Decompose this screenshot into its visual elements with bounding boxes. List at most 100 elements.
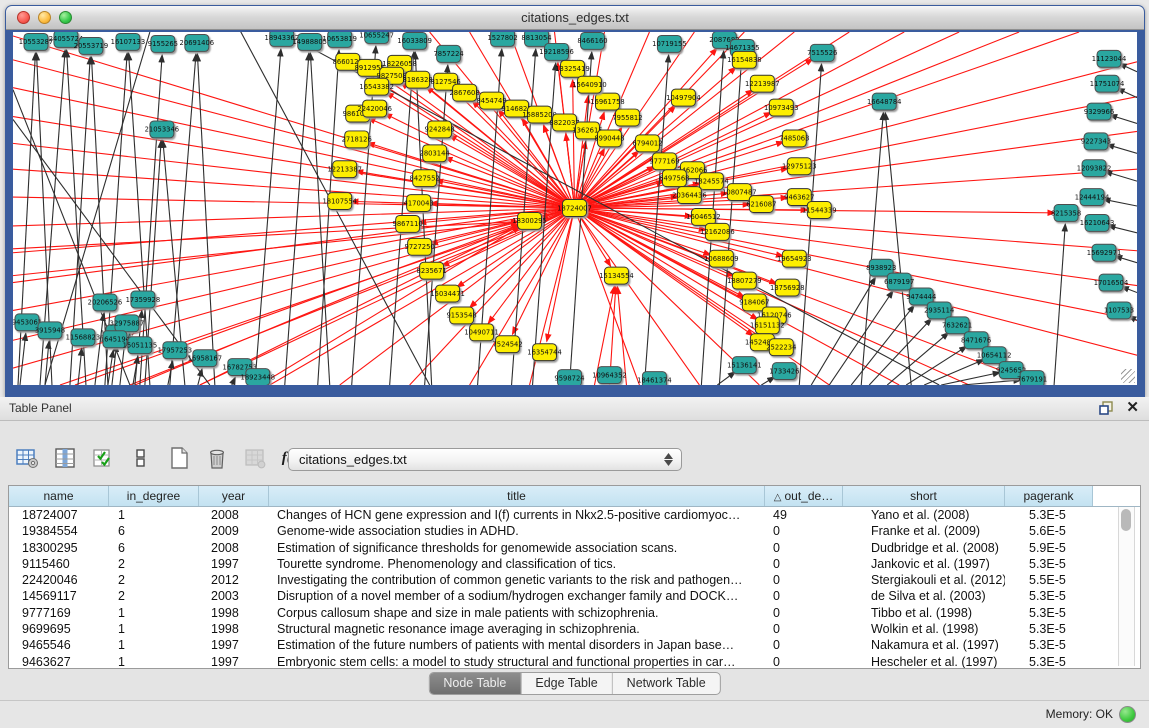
graph-node[interactable]: 9777169 [649, 153, 679, 170]
graph-node[interactable]: 1107533 [1104, 302, 1134, 319]
graph-node[interactable]: 6497568 [659, 170, 689, 187]
delete-table-icon[interactable] [204, 445, 230, 471]
graph-node[interactable]: 20206526 [88, 294, 123, 311]
graph-node[interactable]: 8215358 [1051, 205, 1081, 222]
tab-network-table[interactable]: Network Table [613, 673, 720, 694]
graph-node[interactable]: 7857224 [434, 45, 464, 62]
graph-node[interactable]: 7524542 [492, 336, 522, 353]
graph-node[interactable]: 11544339 [802, 202, 837, 219]
graph-node[interactable]: 15034471 [430, 285, 465, 302]
graph-node[interactable]: 9598724 [554, 370, 584, 385]
graph-node[interactable]: 15692971 [1087, 244, 1122, 261]
table-row[interactable]: 977716911998Corpus callosum shape and si… [9, 605, 1140, 621]
table-row[interactable]: 911546021997Tourette syndrome. Phenomeno… [9, 556, 1140, 572]
graph-node[interactable]: 6794012 [632, 135, 662, 152]
graph-node[interactable]: 8186328 [403, 71, 433, 88]
graph-node[interactable]: 2522234 [766, 339, 796, 356]
graph-node[interactable]: 10719155 [652, 35, 687, 52]
graph-node[interactable]: 12213387 [327, 161, 362, 178]
graph-node[interactable]: 7515526 [807, 44, 837, 61]
graph-node[interactable]: 7632621 [942, 317, 972, 334]
graph-node[interactable]: 11751074 [1090, 75, 1125, 92]
graph-node[interactable]: 18923448 [241, 369, 276, 385]
graph-node[interactable]: 20553719 [74, 37, 109, 54]
graph-node[interactable]: 15136141 [727, 357, 762, 374]
graph-node[interactable]: 16107133 [111, 33, 146, 50]
graph-node[interactable]: 16033809 [397, 32, 432, 49]
graph-node[interactable]: 16151132 [750, 317, 785, 334]
graph-node[interactable]: 8990448 [594, 130, 624, 147]
graph-node[interactable]: 2935114 [924, 302, 954, 319]
graph-node[interactable]: 15134554 [599, 267, 634, 284]
graph-node[interactable]: 20364436 [672, 187, 707, 204]
graph-node[interactable]: 15051135 [123, 337, 158, 354]
table-row[interactable]: 1456911722003Disruption of a novel membe… [9, 588, 1140, 604]
graph-node[interactable]: 4170043 [404, 195, 434, 212]
graph-node[interactable]: 21053346 [145, 121, 180, 138]
graph-node[interactable]: 12975123 [782, 158, 817, 175]
graph-node[interactable]: 10688609 [704, 250, 739, 267]
graph-node[interactable]: 16961758 [590, 93, 625, 110]
float-panel-icon[interactable] [1098, 400, 1114, 416]
graph-node[interactable]: 10497904 [666, 89, 701, 106]
graph-node[interactable]: 13756928 [770, 279, 805, 296]
graph-node[interactable]: 16354744 [527, 344, 562, 361]
graph-node[interactable]: 18300295 [512, 212, 547, 229]
graph-node[interactable]: 20691406 [180, 34, 215, 51]
graph-node[interactable]: 10654112 [977, 347, 1012, 364]
graph-node[interactable]: 9727250 [405, 238, 435, 255]
graph-node[interactable]: 6879197 [884, 273, 914, 290]
column-header-name[interactable]: name [9, 486, 109, 506]
graph-node[interactable]: 9227343 [1081, 133, 1111, 150]
graph-node[interactable]: 10973493 [764, 99, 799, 116]
graph-node[interactable]: 15640910 [572, 76, 607, 93]
graph-node[interactable]: 10655247 [359, 32, 394, 43]
resize-grip-icon[interactable] [1121, 369, 1135, 383]
window-titlebar[interactable]: citations_edges.txt [6, 6, 1144, 30]
citation-network-graph[interactable]: 1055328724055724205537191610713391552652… [13, 32, 1137, 385]
graph-node[interactable]: 32975887 [110, 315, 145, 332]
graph-node[interactable]: 13325419 [555, 60, 590, 77]
vertical-scrollbar[interactable] [1118, 507, 1135, 666]
graph-node[interactable]: 1527802 [487, 32, 517, 46]
graph-node[interactable]: 12213987 [745, 75, 780, 92]
column-header-short[interactable]: short [843, 486, 1005, 506]
graph-node[interactable]: 16046512 [686, 209, 721, 226]
graph-node[interactable]: 3915948 [35, 322, 65, 339]
graph-node[interactable]: 8235671 [417, 262, 447, 279]
graph-node[interactable]: 12444194 [1075, 189, 1110, 206]
graph-node[interactable]: 18461374 [637, 372, 672, 385]
graph-node[interactable]: 2867608 [449, 84, 479, 101]
table-row[interactable]: 946554611997Estimation of the future num… [9, 637, 1140, 653]
graph-node[interactable]: 17359928 [126, 291, 161, 308]
tab-edge-table[interactable]: Edge Table [521, 673, 612, 694]
table-row[interactable]: 1830029562008Estimation of significance … [9, 540, 1140, 556]
graph-node[interactable]: 8471676 [961, 332, 991, 349]
graph-node[interactable]: 18724007 [557, 200, 592, 217]
graph-node[interactable]: 2718126 [342, 131, 372, 148]
table-row[interactable]: 1938455462009Genome-wide association stu… [9, 523, 1140, 539]
network-graph-canvas[interactable]: 1055328724055724205537191610713391552652… [13, 32, 1137, 385]
graph-node[interactable]: 2803144 [420, 145, 450, 162]
graph-node[interactable]: 8427552 [410, 170, 440, 187]
graph-node[interactable]: 10964352 [592, 367, 627, 384]
graph-node[interactable]: 18107554 [322, 193, 357, 210]
graph-node[interactable]: 16154838 [727, 51, 762, 68]
graph-node[interactable]: 16648784 [867, 93, 902, 110]
graph-node[interactable]: 10653819 [322, 32, 357, 47]
graph-node[interactable]: 7679191 [1017, 371, 1047, 385]
graph-node[interactable]: 16210643 [1080, 214, 1115, 231]
table-select-dropdown[interactable]: citations_edges.txt [288, 448, 682, 471]
graph-node[interactable]: 9867110 [393, 215, 423, 232]
column-header-title[interactable]: title [269, 486, 765, 506]
graph-node[interactable]: 1733426 [769, 363, 799, 380]
table-row[interactable]: 946362711997Embryonic stem cells: a mode… [9, 654, 1140, 668]
graph-node[interactable]: 12093822 [1077, 160, 1112, 177]
scrollbar-thumb[interactable] [1121, 509, 1131, 531]
tab-node-table[interactable]: Node Table [429, 673, 521, 694]
graph-node[interactable]: 16958167 [188, 350, 223, 367]
graph-node[interactable]: 19218596 [539, 43, 574, 60]
select-columns-icon[interactable] [90, 445, 116, 471]
row-height-icon[interactable] [128, 445, 154, 471]
graph-node[interactable]: 16543382 [359, 78, 394, 95]
